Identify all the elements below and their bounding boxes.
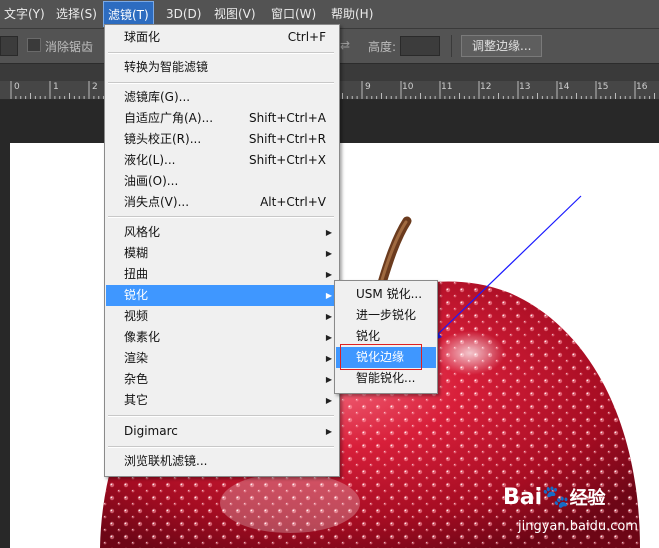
menu-item-convert-smart[interactable]: 转换为智能滤镜 (106, 57, 338, 78)
submenu-item-smart-sharpen[interactable]: 智能锐化... (336, 368, 436, 389)
menu-separator (108, 82, 334, 84)
swap-icon[interactable]: ⇄ (340, 38, 350, 52)
submenu-arrow-icon: ▶ (325, 228, 332, 237)
submenu-arrow-icon: ▶ (325, 249, 332, 258)
menu-separator (108, 52, 334, 54)
submenu-arrow-icon: ▶ (325, 291, 332, 300)
submenu-arrow-icon: ▶ (325, 270, 332, 279)
submenu-arrow-icon: ▶ (325, 333, 332, 342)
menu-item-other[interactable]: 其它 ▶ (106, 390, 338, 411)
menu-item-digimarc[interactable]: Digimarc ▶ (106, 421, 338, 442)
menu-item-liquify[interactable]: 液化(L)... Shift+Ctrl+X (106, 150, 338, 171)
menu-separator (108, 415, 334, 417)
annotation-highlight-box (340, 344, 422, 370)
ruler-tick-label: 16 (636, 82, 648, 92)
ruler-tick-label: 14 (558, 82, 570, 92)
ruler-tick-label: 0 (14, 82, 20, 92)
baidu-logo: Bai🐾经验 (503, 484, 606, 510)
ruler-tick-label: 13 (519, 82, 531, 92)
ruler-tick-label: 2 (92, 82, 98, 92)
divider (451, 35, 452, 57)
menu-item-gallery[interactable]: 滤镜库(G)... (106, 87, 338, 108)
menu-separator (108, 216, 334, 218)
menu-item-adaptive-wide[interactable]: 自适应广角(A)... Shift+Ctrl+A (106, 108, 338, 129)
menu-item-lens-correction[interactable]: 镜头校正(R)... Shift+Ctrl+R (106, 129, 338, 150)
submenu-arrow-icon: ▶ (325, 354, 332, 363)
height-field[interactable] (400, 36, 440, 56)
paw-icon: 🐾 (542, 485, 570, 510)
menu-separator (108, 446, 334, 448)
ruler-tick-label: 12 (480, 82, 492, 92)
watermark-brand: Bai (503, 485, 543, 510)
menu-item-stylize[interactable]: 风格化 ▶ (106, 222, 338, 243)
apple-stem (377, 216, 412, 288)
anti-alias-checkbox[interactable] (27, 38, 41, 52)
anti-alias-label: 消除锯齿 (45, 40, 94, 54)
ruler-tick-label: 1 (53, 82, 59, 92)
menu-item-sharpen[interactable]: 锐化 ▶ (106, 285, 338, 306)
ruler-tick-label: 10 (402, 82, 414, 92)
height-label: 高度: (368, 40, 397, 54)
submenu-arrow-icon: ▶ (325, 375, 332, 384)
menu-select[interactable]: 选择(S) (52, 0, 101, 28)
menu-item-browse-online[interactable]: 浏览联机滤镜... (106, 451, 338, 472)
menu-type[interactable]: 文字(Y) (0, 0, 49, 28)
sharpen-submenu: USM 锐化... 进一步锐化 锐化 锐化边缘 智能锐化... (334, 280, 438, 394)
menu-item-last-filter[interactable]: 球面化 Ctrl+F (106, 27, 338, 48)
menu-item-distort[interactable]: 扭曲 ▶ (106, 264, 338, 285)
refine-edge-button[interactable]: 调整边缘... (461, 35, 543, 57)
submenu-item-sharpen-more[interactable]: 进一步锐化 (336, 305, 436, 326)
menu-item-blur[interactable]: 模糊 ▶ (106, 243, 338, 264)
menu-item-oil-paint[interactable]: 油画(O)... (106, 171, 338, 192)
ruler-tick-label: 11 (441, 82, 453, 92)
menu-item-video[interactable]: 视频 ▶ (106, 306, 338, 327)
feather-field[interactable] (0, 36, 18, 56)
watermark-url: jingyan.baidu.com (518, 519, 638, 534)
ruler-tick-label: 15 (597, 82, 609, 92)
watermark-brand-cn: 经验 (569, 488, 606, 509)
menu-item-render[interactable]: 渲染 ▶ (106, 348, 338, 369)
filter-menu: 球面化 Ctrl+F 转换为智能滤镜 滤镜库(G)... 自适应广角(A)... S… (104, 24, 340, 477)
ruler-tick-label: 9 (365, 82, 371, 92)
menu-item-pixelate[interactable]: 像素化 ▶ (106, 327, 338, 348)
submenu-item-usm-sharpen[interactable]: USM 锐化... (336, 284, 436, 305)
menu-item-vanishing-point[interactable]: 消失点(V)... Alt+Ctrl+V (106, 192, 338, 213)
submenu-arrow-icon: ▶ (325, 396, 332, 405)
submenu-arrow-icon: ▶ (325, 312, 332, 321)
menu-item-noise[interactable]: 杂色 ▶ (106, 369, 338, 390)
submenu-arrow-icon: ▶ (325, 427, 332, 436)
